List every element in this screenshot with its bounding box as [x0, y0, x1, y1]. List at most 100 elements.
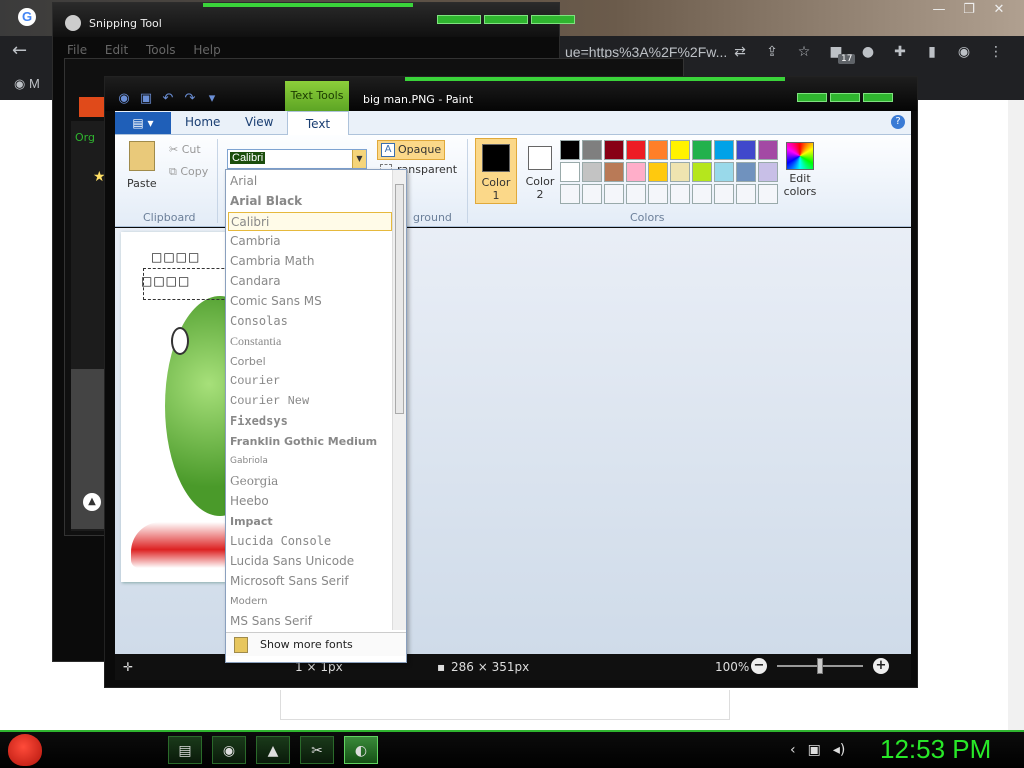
show-hidden-icons-icon[interactable]: ‹	[790, 742, 796, 758]
font-option[interactable]: Calibri	[228, 212, 392, 231]
flag-icon[interactable]: ●	[856, 42, 880, 62]
taskbar-clock[interactable]: 12:53 PM	[880, 734, 991, 765]
font-option[interactable]: Georgia	[228, 472, 392, 491]
browser-window-controls[interactable]: — ❐ ✕	[924, 2, 1014, 17]
menu-edit[interactable]: Edit	[105, 43, 128, 57]
palette-color-swatch[interactable]	[758, 140, 778, 160]
font-option[interactable]: Franklin Gothic Medium	[228, 432, 392, 451]
palette-color-swatch[interactable]	[736, 162, 756, 182]
font-option[interactable]: Cambria Math	[228, 252, 392, 271]
palette-color-swatch[interactable]	[648, 162, 668, 182]
font-option[interactable]: Microsoft Sans Serif	[228, 572, 392, 591]
sidebar-icon[interactable]: ▮	[920, 42, 944, 62]
font-option[interactable]: Candara	[228, 272, 392, 291]
opaque-button[interactable]: A Opaque	[377, 140, 445, 160]
font-option[interactable]: Heebo	[228, 492, 392, 511]
tab-text[interactable]: Text	[287, 111, 349, 136]
help-icon[interactable]: ?	[891, 115, 905, 129]
font-dropdown-arrow-icon[interactable]: ▼	[352, 150, 366, 168]
font-option[interactable]: Lucida Sans Unicode	[228, 552, 392, 571]
bookmark-item[interactable]: ◉ M	[14, 76, 40, 92]
copy-button[interactable]: ⧉ Copy	[169, 165, 208, 179]
palette-color-swatch[interactable]	[692, 162, 712, 182]
menu-icon[interactable]: ⋮	[984, 42, 1008, 62]
palette-color-swatch[interactable]	[692, 184, 712, 204]
vlc-taskbar-icon[interactable]: ▲	[256, 736, 290, 764]
zoom-out-button[interactable]: −	[751, 658, 767, 674]
palette-color-swatch[interactable]	[714, 140, 734, 160]
puzzle-icon[interactable]: ✚	[888, 42, 912, 62]
palette-color-swatch[interactable]	[560, 184, 580, 204]
paint-app-icon[interactable]: ◉	[115, 91, 133, 107]
zoom-in-button[interactable]: +	[873, 658, 889, 674]
palette-color-swatch[interactable]	[692, 140, 712, 160]
palette-color-swatch[interactable]	[670, 162, 690, 182]
paste-button[interactable]: Paste	[127, 177, 157, 190]
font-option[interactable]: Courier	[228, 372, 392, 391]
paint-window-controls[interactable]	[797, 93, 893, 102]
chrome-taskbar-icon[interactable]: ◉	[212, 736, 246, 764]
explorer-taskbar-icon[interactable]: ▤	[168, 736, 202, 764]
paint-taskbar-icon[interactable]: ◐	[344, 736, 378, 764]
share-icon[interactable]: ⇪	[760, 42, 784, 62]
palette-color-swatch[interactable]	[604, 162, 624, 182]
font-option[interactable]: Gabriola	[228, 452, 392, 471]
font-option[interactable]: Impact	[228, 512, 392, 531]
color2-button[interactable]: Color 2	[519, 138, 561, 204]
scroll-up-icon[interactable]: ▲	[83, 493, 101, 511]
palette-color-swatch[interactable]	[736, 140, 756, 160]
palette-color-swatch[interactable]	[714, 184, 734, 204]
palette-color-swatch[interactable]	[626, 140, 646, 160]
font-option[interactable]: Arial	[228, 172, 392, 191]
restore-button[interactable]: ❐	[954, 2, 984, 17]
palette-color-swatch[interactable]	[758, 162, 778, 182]
palette-color-swatch[interactable]	[736, 184, 756, 204]
menu-tools[interactable]: Tools	[146, 43, 176, 57]
palette-color-swatch[interactable]	[626, 184, 646, 204]
palette-color-swatch[interactable]	[582, 162, 602, 182]
tab-view[interactable]: View	[245, 115, 273, 129]
color1-button[interactable]: Color 1	[475, 138, 517, 204]
google-icon[interactable]: G	[18, 8, 36, 26]
palette-color-swatch[interactable]	[670, 184, 690, 204]
customize-qat-icon[interactable]: ▾	[203, 91, 221, 107]
font-option[interactable]: Comic Sans MS	[228, 292, 392, 311]
palette-color-swatch[interactable]	[714, 162, 734, 182]
menu-help[interactable]: Help	[193, 43, 220, 57]
font-option[interactable]: Corbel	[228, 352, 392, 371]
palette-color-swatch[interactable]	[670, 140, 690, 160]
snipping-window-controls[interactable]	[437, 15, 575, 24]
image-canvas[interactable]: □□□□ □□□□	[121, 232, 225, 582]
palette-color-swatch[interactable]	[604, 184, 624, 204]
paste-icon[interactable]	[129, 141, 155, 171]
palette-color-swatch[interactable]	[626, 162, 646, 182]
back-arrow-icon[interactable]: ←	[12, 40, 27, 61]
zoom-slider-thumb[interactable]	[817, 658, 823, 674]
show-more-fonts-button[interactable]: Show more fonts	[226, 632, 406, 656]
dropdown-scroll-thumb[interactable]	[395, 184, 404, 414]
font-option[interactable]: Lucida Console	[228, 532, 392, 551]
tab-home[interactable]: Home	[185, 115, 220, 129]
font-option[interactable]: Modern	[228, 592, 392, 611]
palette-color-swatch[interactable]	[758, 184, 778, 204]
menu-file[interactable]: File	[67, 43, 87, 57]
snipping-taskbar-icon[interactable]: ✂	[300, 736, 334, 764]
palette-color-swatch[interactable]	[648, 140, 668, 160]
palette-color-swatch[interactable]	[560, 140, 580, 160]
font-dropdown-list[interactable]: Arial Arial Black Calibri Cambria Cambria Ma…	[225, 169, 407, 663]
palette-color-swatch[interactable]	[560, 162, 580, 182]
network-icon[interactable]: ▣	[808, 742, 821, 758]
palette-color-swatch[interactable]	[582, 140, 602, 160]
browser-scrollbar[interactable]	[1008, 100, 1024, 730]
close-button[interactable]: ✕	[984, 2, 1014, 17]
save-icon[interactable]: ▣	[137, 91, 155, 107]
palette-color-swatch[interactable]	[648, 184, 668, 204]
font-family-value[interactable]: Calibri	[230, 152, 266, 164]
cut-button[interactable]: ✂ Cut	[169, 143, 201, 156]
start-button-icon[interactable]	[8, 734, 42, 766]
volume-icon[interactable]: ◂)	[833, 742, 846, 758]
font-option[interactable]: Arial Black	[228, 192, 392, 211]
redo-icon[interactable]: ↷	[181, 91, 199, 107]
font-option[interactable]: Courier New	[228, 392, 392, 411]
translate-icon[interactable]: ⇄	[728, 42, 752, 62]
